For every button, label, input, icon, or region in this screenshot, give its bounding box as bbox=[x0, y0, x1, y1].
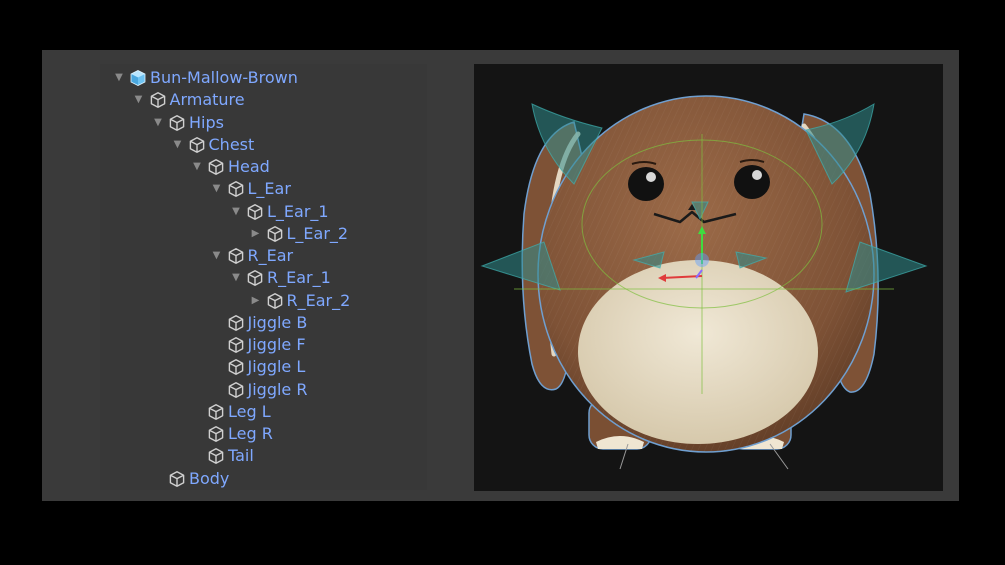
hierarchy-item-label: Jiggle R bbox=[247, 379, 308, 399]
scene-view[interactable] bbox=[474, 64, 943, 491]
foldout-expanded-icon[interactable]: ▼ bbox=[151, 116, 165, 130]
gameobject-icon bbox=[227, 314, 245, 332]
hierarchy-panel[interactable]: ▼ Bun-Mallow-Brown ▼ Armature ▼ Hips ▼ Chest ▼ He… bbox=[100, 64, 427, 490]
hierarchy-item-label: R_Ear_1 bbox=[267, 268, 331, 288]
gameobject-icon bbox=[207, 447, 225, 465]
hierarchy-item[interactable]: ▼ L_Ear bbox=[210, 178, 291, 200]
gameobject-icon bbox=[168, 470, 186, 488]
hierarchy-item-label: Armature bbox=[169, 90, 245, 110]
hierarchy-item-label: Jiggle F bbox=[247, 335, 306, 354]
bunny-model-render bbox=[480, 95, 928, 470]
gameobject-icon bbox=[227, 381, 245, 399]
hierarchy-item[interactable]: Jiggle L bbox=[210, 356, 306, 378]
hierarchy-item[interactable]: ▼ Bun-Mallow-Brown bbox=[112, 67, 298, 89]
hierarchy-item[interactable]: Jiggle B bbox=[210, 312, 308, 334]
hierarchy-item[interactable]: ▼ Chest bbox=[171, 134, 255, 156]
hierarchy-item[interactable]: Leg R bbox=[190, 423, 273, 445]
hierarchy-item[interactable]: ▼ R_Ear_1 bbox=[229, 267, 331, 289]
gameobject-icon bbox=[266, 225, 284, 243]
gameobject-icon bbox=[168, 114, 186, 132]
hierarchy-item-label: Body bbox=[189, 468, 230, 488]
gameobject-icon bbox=[246, 269, 264, 287]
hierarchy-item[interactable]: Body bbox=[151, 468, 229, 490]
foldout-expanded-icon[interactable]: ▼ bbox=[132, 93, 146, 107]
foldout-expanded-icon[interactable]: ▼ bbox=[229, 271, 243, 285]
hierarchy-item-label: Leg L bbox=[228, 401, 271, 421]
foldout-collapsed-icon[interactable]: ▶ bbox=[249, 227, 263, 241]
foldout-collapsed-icon[interactable]: ▶ bbox=[249, 294, 263, 308]
hierarchy-item[interactable]: ▶ L_Ear_2 bbox=[249, 223, 349, 245]
hierarchy-item-label: Hips bbox=[189, 112, 224, 132]
gameobject-icon bbox=[266, 292, 284, 310]
foldout-expanded-icon[interactable]: ▼ bbox=[190, 160, 204, 174]
hierarchy-item-label: L_Ear_2 bbox=[286, 223, 349, 243]
hierarchy-item-label: Jiggle B bbox=[247, 312, 308, 332]
hierarchy-item[interactable]: ▼ Head bbox=[190, 156, 270, 178]
gameobject-icon bbox=[188, 136, 206, 154]
gameobject-icon bbox=[227, 358, 245, 376]
hierarchy-item-label: Bun-Mallow-Brown bbox=[150, 68, 298, 87]
hierarchy-item-label: Leg R bbox=[228, 424, 273, 443]
foldout-expanded-icon[interactable]: ▼ bbox=[112, 71, 126, 85]
gameobject-icon bbox=[207, 158, 225, 176]
foldout-expanded-icon[interactable]: ▼ bbox=[229, 205, 243, 219]
hierarchy-item-label: R_Ear bbox=[247, 246, 294, 265]
gameobject-icon bbox=[227, 180, 245, 198]
hierarchy-item[interactable]: Jiggle F bbox=[210, 334, 306, 356]
foldout-expanded-icon[interactable]: ▼ bbox=[210, 182, 224, 196]
hierarchy-item-label: Jiggle L bbox=[247, 357, 306, 377]
hierarchy-item-label: Tail bbox=[228, 446, 254, 466]
gameobject-icon bbox=[227, 336, 245, 354]
gameobject-icon bbox=[246, 203, 264, 221]
hierarchy-item-label: Chest bbox=[208, 134, 255, 154]
hierarchy-item-label: R_Ear_2 bbox=[286, 290, 351, 310]
hierarchy-item[interactable]: Jiggle R bbox=[210, 379, 308, 401]
hierarchy-item[interactable]: ▼ Hips bbox=[151, 112, 224, 134]
hierarchy-item-label: L_Ear_1 bbox=[267, 201, 329, 221]
hierarchy-item[interactable]: ▼ R_Ear bbox=[210, 245, 294, 267]
hierarchy-item[interactable]: ▼ Armature bbox=[132, 89, 245, 111]
hierarchy-item[interactable]: Tail bbox=[190, 445, 254, 467]
hierarchy-item[interactable]: Leg L bbox=[190, 401, 271, 423]
hierarchy-item-label: L_Ear bbox=[247, 179, 291, 199]
gameobject-icon bbox=[207, 425, 225, 443]
hierarchy-item[interactable]: ▼ L_Ear_1 bbox=[229, 201, 329, 223]
hierarchy-item[interactable]: ▶ R_Ear_2 bbox=[249, 290, 351, 312]
gameobject-icon bbox=[149, 91, 167, 109]
gameobject-icon bbox=[227, 247, 245, 265]
gameobject-icon bbox=[207, 403, 225, 421]
foldout-expanded-icon[interactable]: ▼ bbox=[210, 249, 224, 263]
hierarchy-item-label: Head bbox=[228, 157, 270, 176]
foldout-expanded-icon[interactable]: ▼ bbox=[171, 138, 185, 152]
prefab-icon bbox=[129, 69, 147, 87]
